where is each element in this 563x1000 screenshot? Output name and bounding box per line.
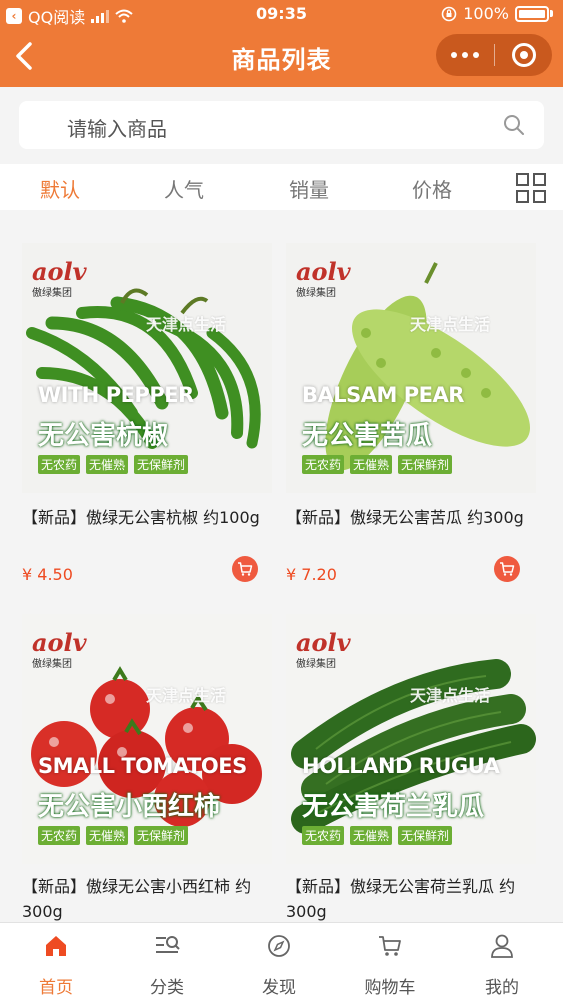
- image-tags: 无农药 无催熟 无保鲜剂: [38, 455, 189, 474]
- battery-percent: 100%: [463, 4, 509, 23]
- product-price: ¥ 7.20: [286, 565, 337, 584]
- product-name[interactable]: 【新品】傲绿无公害小西红柿 约300g: [22, 874, 272, 924]
- tab-default[interactable]: 默认: [40, 174, 80, 203]
- brand-logo: aolv 傲绿集团: [296, 628, 351, 670]
- image-chinese-title: 无公害小西红柿: [38, 792, 221, 822]
- more-menu-button[interactable]: [436, 34, 494, 76]
- image-chinese-title: 无公害荷兰乳瓜: [302, 792, 485, 822]
- product-image[interactable]: aolv 傲绿集团 天津点生活 WITH PEPPER 无公害杭椒 无农药 无催…: [22, 243, 272, 493]
- tabbar-item-discover[interactable]: 发现: [239, 933, 319, 998]
- search-area: 请输入商品: [0, 87, 563, 164]
- tabbar-item-home[interactable]: 首页: [16, 933, 96, 998]
- mini-program-capsule: [436, 34, 552, 76]
- product-name[interactable]: 【新品】傲绿无公害荷兰乳瓜 约300g: [286, 874, 536, 924]
- tab-price[interactable]: 价格: [412, 174, 452, 203]
- image-tags: 无农药 无催熟 无保鲜剂: [38, 826, 189, 845]
- brand-logo: aolv 傲绿集团: [296, 257, 351, 299]
- category-icon: [156, 936, 180, 953]
- image-tags: 无农药 无催熟 无保鲜剂: [302, 826, 453, 845]
- product-name[interactable]: 【新品】傲绿无公害杭椒 约100g: [22, 505, 272, 530]
- image-tags: 无农药 无催熟 无保鲜剂: [302, 455, 453, 474]
- image-english-title: BALSAM PEAR: [302, 383, 464, 407]
- product-card[interactable]: aolv 傲绿集团 天津点生活 SMALL TOMATOES 无公害小西红柿 无…: [22, 614, 272, 922]
- image-english-title: SMALL TOMATOES: [38, 754, 247, 778]
- grid-view-icon[interactable]: [515, 172, 547, 204]
- cart-icon: [379, 936, 401, 956]
- tab-sales[interactable]: 销量: [289, 174, 329, 203]
- product-card[interactable]: aolv 傲绿集团 天津点生活 BALSAM PEAR 无公害苦瓜 无农药 无催…: [286, 243, 536, 593]
- sort-tabs: 默认 人气 销量 价格: [0, 164, 563, 210]
- home-icon: [46, 936, 66, 956]
- cart-icon: [238, 562, 253, 576]
- tabbar-item-mine[interactable]: 我的: [462, 933, 542, 998]
- watermark: 天津点生活: [410, 686, 491, 705]
- top-bar: ‹ QQ阅读 09:35 100% 商品列表: [0, 0, 563, 87]
- product-name[interactable]: 【新品】傲绿无公害苦瓜 约300g: [286, 505, 536, 530]
- product-image[interactable]: aolv 傲绿集团 天津点生活 SMALL TOMATOES 无公害小西红柿 无…: [22, 614, 272, 864]
- add-to-cart-button[interactable]: [232, 556, 258, 582]
- status-bar: ‹ QQ阅读 09:35 100%: [0, 0, 563, 28]
- product-card[interactable]: aolv 傲绿集团 天津点生活 WITH PEPPER 无公害杭椒 无农药 无催…: [22, 243, 272, 593]
- orientation-lock-icon: [441, 6, 457, 21]
- cart-icon: [500, 562, 515, 576]
- image-chinese-title: 无公害杭椒: [38, 421, 169, 451]
- tab-popularity[interactable]: 人气: [164, 174, 204, 203]
- brand-logo: aolv 傲绿集团: [32, 628, 87, 670]
- tabbar-item-category[interactable]: 分类: [127, 933, 207, 998]
- battery-icon: [515, 5, 549, 22]
- user-icon: [491, 934, 513, 958]
- product-image[interactable]: aolv 傲绿集团 天津点生活 HOLLAND RUGUA 无公害荷兰乳瓜 无农…: [286, 614, 536, 864]
- image-chinese-title: 无公害苦瓜: [302, 421, 433, 451]
- search-input[interactable]: 请输入商品: [19, 101, 544, 149]
- target-icon: [511, 43, 536, 67]
- watermark: 天津点生活: [410, 315, 491, 334]
- tabbar-item-cart[interactable]: 购物车: [350, 933, 430, 998]
- watermark: 天津点生活: [146, 686, 227, 705]
- nav-header: 商品列表: [0, 28, 563, 87]
- product-price: ¥ 4.50: [22, 565, 73, 584]
- bottom-tab-bar: 首页 分类 发现 购物车 我的: [0, 922, 563, 1000]
- add-to-cart-button[interactable]: [494, 556, 520, 582]
- search-placeholder: 请输入商品: [67, 117, 167, 141]
- image-english-title: HOLLAND RUGUA: [302, 754, 500, 778]
- close-mini-program-button[interactable]: [495, 34, 552, 76]
- compass-icon: [268, 935, 290, 957]
- image-english-title: WITH PEPPER: [38, 383, 194, 407]
- product-card[interactable]: aolv 傲绿集团 天津点生活 HOLLAND RUGUA 无公害荷兰乳瓜 无农…: [286, 614, 536, 922]
- watermark: 天津点生活: [146, 315, 227, 334]
- product-image[interactable]: aolv 傲绿集团 天津点生活 BALSAM PEAR 无公害苦瓜 无农药 无催…: [286, 243, 536, 493]
- brand-logo: aolv 傲绿集团: [32, 257, 87, 299]
- search-icon[interactable]: [502, 113, 526, 137]
